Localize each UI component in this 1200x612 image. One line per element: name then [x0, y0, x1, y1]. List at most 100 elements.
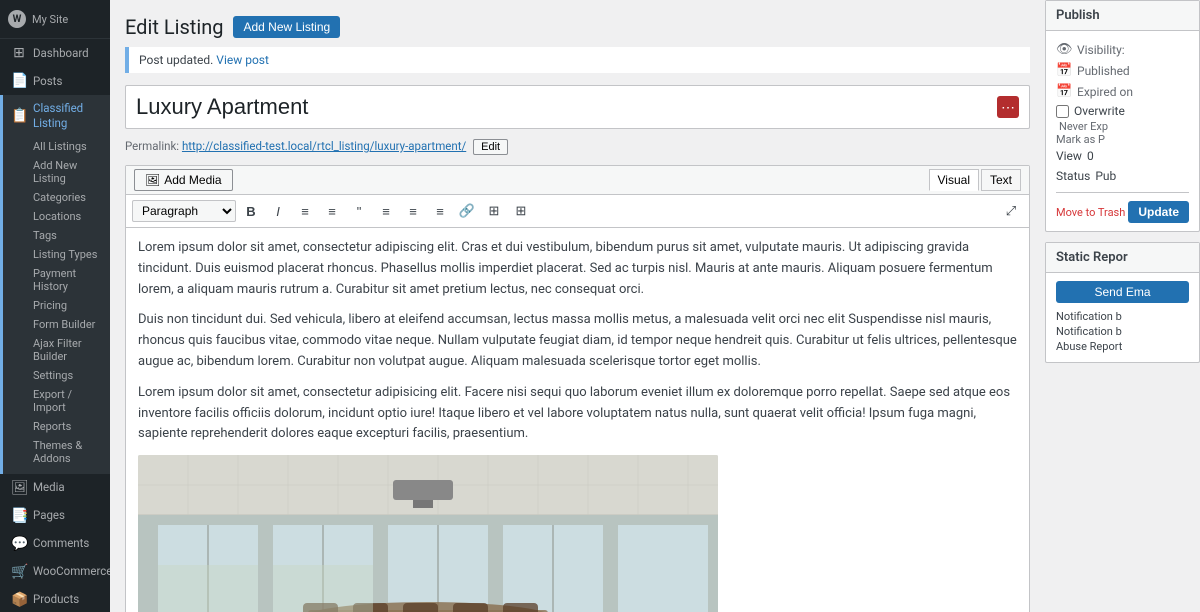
paragraph-2: Duis non tincidunt dui. Sed vehicula, li…	[138, 310, 1017, 372]
editor-toolbar: Paragraph B I ≡ ≡ " ≡ ≡ ≡ 🔗 ⊞ ⊞ ⤢	[126, 195, 1029, 228]
submenu-themes-addons[interactable]: Themes & Addons	[33, 436, 106, 468]
post-options-button[interactable]: ⋯	[997, 96, 1019, 118]
submenu-categories[interactable]: Categories	[33, 188, 106, 207]
sidebar-item-pages[interactable]: 📑 Pages	[0, 502, 110, 530]
status-value: Pub	[1095, 169, 1116, 183]
overwrite-checkbox[interactable]	[1056, 105, 1069, 118]
sidebar-item-posts[interactable]: 📄 Posts	[0, 67, 110, 95]
sidebar-item-woocommerce[interactable]: 🛒 WooCommerce	[0, 558, 110, 586]
insert-table-button[interactable]: ⊞	[482, 199, 506, 223]
permalink-label: Permalink:	[125, 139, 179, 153]
visibility-row: 👁 Visibility:	[1056, 39, 1189, 60]
submenu-export-import[interactable]: Export / Import	[33, 385, 106, 417]
add-media-label: Add Media	[164, 173, 221, 187]
expired-row: 📅 Expired on	[1056, 81, 1189, 102]
sidebar-item-products[interactable]: 📦 Products	[0, 586, 110, 612]
submenu-pricing[interactable]: Pricing	[33, 296, 106, 315]
view-label: View	[1056, 149, 1082, 163]
permalink-url[interactable]: http://classified-test.local/rtcl_listin…	[182, 139, 466, 153]
publish-box: Publish 👁 Visibility: 📅 Published 📅 Expi…	[1045, 0, 1200, 232]
add-media-icon: 🖼	[145, 173, 160, 187]
permalink-edit-button[interactable]: Edit	[473, 139, 508, 155]
publish-box-header: Publish	[1046, 1, 1199, 31]
editor-panel: Edit Listing Add New Listing Post update…	[110, 0, 1045, 612]
align-left-button[interactable]: ≡	[374, 199, 398, 223]
format-select[interactable]: Paragraph	[132, 200, 236, 222]
view-post-link[interactable]: View post	[216, 53, 269, 67]
add-media-button[interactable]: 🖼 Add Media	[134, 169, 233, 191]
blockquote-button[interactable]: "	[347, 199, 371, 223]
sidebar-item-label: Classified Listing	[33, 101, 106, 131]
submenu-form-builder[interactable]: Form Builder	[33, 315, 106, 334]
editor-container: 🖼 Add Media Visual Text Paragraph B I ≡	[125, 165, 1030, 612]
tab-text[interactable]: Text	[981, 169, 1021, 191]
expired-label: Expired on	[1077, 85, 1133, 99]
add-new-listing-button[interactable]: Add New Listing	[233, 16, 340, 38]
notice-text: Post updated.	[139, 53, 213, 67]
editor-tabs: Visual Text	[929, 169, 1021, 191]
static-report-body: Send Ema Notification b Notification b A…	[1046, 273, 1199, 362]
submenu-reports[interactable]: Reports	[33, 417, 106, 436]
fullscreen-button[interactable]: ⤢	[999, 199, 1023, 223]
woocommerce-icon: 🛒	[11, 564, 27, 580]
sidebar-item-label: Products	[33, 592, 79, 607]
wp-logo-icon: W	[8, 10, 26, 28]
classified-submenu: All Listings Add New Listing Categories …	[11, 137, 106, 468]
permalink-row: Permalink: http://classified-test.local/…	[125, 139, 1030, 155]
more-options-button[interactable]: ⊞	[509, 199, 533, 223]
submenu-settings[interactable]: Settings	[33, 366, 106, 385]
unordered-list-button[interactable]: ≡	[293, 199, 317, 223]
notification-1: Notification b	[1056, 309, 1189, 324]
notification-2: Notification b	[1056, 324, 1189, 339]
post-title-container: ⋯	[125, 85, 1030, 129]
post-title-input[interactable]	[136, 94, 997, 120]
expired-icon: 📅	[1056, 84, 1072, 99]
submenu-all-listings[interactable]: All Listings	[33, 137, 106, 156]
align-center-button[interactable]: ≡	[401, 199, 425, 223]
align-right-button[interactable]: ≡	[428, 199, 452, 223]
sidebar-item-label: Posts	[33, 74, 62, 89]
visibility-label: Visibility:	[1077, 43, 1125, 57]
send-email-button[interactable]: Send Ema	[1056, 281, 1189, 303]
sidebar-item-dashboard[interactable]: ⊞ Dashboard	[0, 39, 110, 67]
status-row: Status Pub	[1056, 166, 1189, 186]
static-report-box: Static Repor Send Ema Notification b Not…	[1045, 242, 1200, 363]
update-button[interactable]: Update	[1128, 201, 1189, 223]
view-row: View 0	[1056, 146, 1189, 166]
bold-button[interactable]: B	[239, 199, 263, 223]
publish-title: Publish	[1056, 8, 1100, 23]
mark-as-row: Mark as P	[1056, 133, 1189, 146]
sidebar-item-classified-listing[interactable]: 📋 Classified Listing All Listings Add Ne…	[0, 95, 110, 474]
sidebar-item-media[interactable]: 🖼 Media	[0, 474, 110, 502]
listing-image	[138, 455, 718, 612]
overwrite-row: Overwrite	[1056, 102, 1189, 120]
submenu-payment-history[interactable]: Payment History	[33, 264, 106, 296]
publish-box-body: 👁 Visibility: 📅 Published 📅 Expired on O…	[1046, 31, 1199, 231]
italic-button[interactable]: I	[266, 199, 290, 223]
sidebar-item-comments[interactable]: 💬 Comments	[0, 530, 110, 558]
link-button[interactable]: 🔗	[455, 199, 479, 223]
paragraph-3: Lorem ipsum dolor sit amet, consectetur …	[138, 383, 1017, 445]
submenu-tags[interactable]: Tags	[33, 226, 106, 245]
sidebar-item-label: Comments	[33, 536, 89, 551]
comments-icon: 💬	[11, 536, 27, 552]
page-title: Edit Listing	[125, 15, 223, 39]
posts-icon: 📄	[11, 73, 27, 89]
paragraph-1: Lorem ipsum dolor sit amet, consectetur …	[138, 238, 1017, 300]
submenu-add-new-listing[interactable]: Add New Listing	[33, 156, 106, 188]
published-row: 📅 Published	[1056, 60, 1189, 81]
ordered-list-button[interactable]: ≡	[320, 199, 344, 223]
sidebar-item-label: WooCommerce	[33, 564, 110, 579]
editor-body[interactable]: Lorem ipsum dolor sit amet, consectetur …	[126, 228, 1029, 612]
submenu-locations[interactable]: Locations	[33, 207, 106, 226]
view-value: 0	[1087, 149, 1094, 163]
tab-visual[interactable]: Visual	[929, 169, 979, 191]
move-to-trash-link[interactable]: Move to Trash	[1056, 206, 1125, 219]
site-name: My Site	[32, 13, 68, 26]
visibility-icon: 👁	[1056, 42, 1072, 57]
status-label: Status	[1056, 169, 1090, 183]
calendar-icon: 📅	[1056, 63, 1072, 78]
media-icon: 🖼	[11, 480, 27, 496]
submenu-ajax-filter[interactable]: Ajax Filter Builder	[33, 334, 106, 366]
submenu-listing-types[interactable]: Listing Types	[33, 245, 106, 264]
